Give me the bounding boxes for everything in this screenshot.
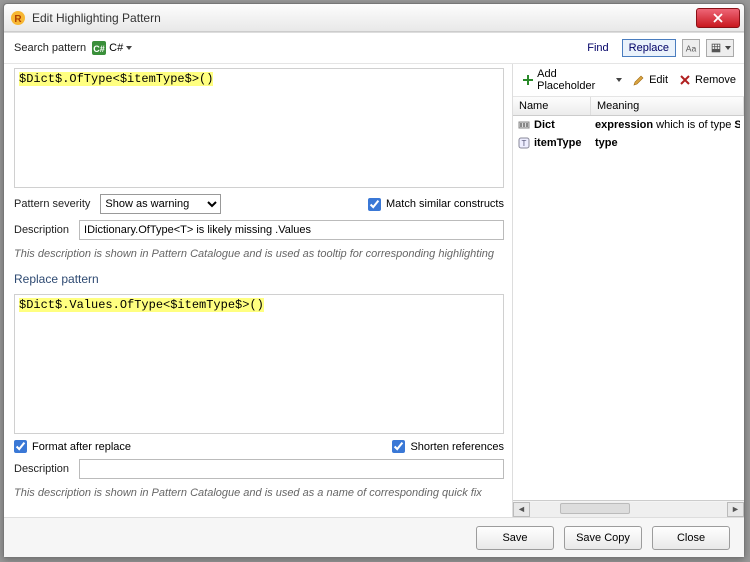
dialog-window: R Edit Highlighting Pattern Search patte… [3,3,745,558]
replace-tab[interactable]: Replace [622,39,676,57]
format-after-checkbox-label[interactable]: Format after replace [14,440,131,453]
shorten-refs-text: Shorten references [410,441,504,453]
chevron-down-icon [616,78,622,82]
placeholder-meaning: type [595,137,740,149]
find-tab[interactable]: Find [580,39,615,57]
horizontal-scrollbar[interactable]: ◄ ► [513,500,744,517]
format-after-text: Format after replace [32,441,131,453]
dialog-body: Search pattern C# C# Find Replace Aa [4,32,744,557]
svg-text:T: T [522,139,527,148]
remove-placeholder-button[interactable]: Remove [678,73,736,87]
col-header-meaning[interactable]: Meaning [591,97,744,115]
severity-select[interactable]: Do not showShow as hintShow as suggestio… [100,194,221,214]
edit-placeholder-button[interactable]: Edit [632,73,668,87]
save-button[interactable]: Save [476,526,554,550]
add-placeholder-button[interactable]: Add Placeholder [521,68,622,92]
placeholder-table-header: Name Meaning [513,97,744,116]
col-header-name[interactable]: Name [513,97,591,115]
array-icon [517,118,531,132]
search-pattern-label: Search pattern [14,42,86,54]
match-similar-checkbox[interactable] [368,198,381,211]
replace-pattern-editor[interactable]: $Dict$.Values.OfType<$itemType$>() [14,294,504,434]
dialog-footer: Save Save Copy Close [4,517,744,557]
close-button[interactable] [696,8,740,28]
severity-row: Pattern severity Do not showShow as hint… [14,194,504,214]
placeholder-name: Dict [534,119,555,131]
chevron-down-icon [725,46,731,50]
language-dropdown[interactable]: C# C# [92,41,132,55]
description1-label: Description [14,224,69,236]
placeholder-meaning: expression which is of type System.Co [595,119,740,131]
shorten-refs-checkbox[interactable] [392,440,405,453]
delete-icon [678,73,692,87]
description2-label: Description [14,463,69,475]
description1-row: Description [14,220,504,240]
svg-text:C#: C# [93,44,105,54]
search-pattern-editor[interactable]: $Dict$.OfType<$itemType$>() [14,68,504,188]
description2-input[interactable] [79,459,504,479]
svg-text:Aa: Aa [686,43,697,53]
plus-icon [521,73,534,87]
replace-pattern-code: $Dict$.Values.OfType<$itemType$>() [19,298,264,312]
severity-label: Pattern severity [14,198,90,210]
right-panel: Add Placeholder Edit Remove Name [512,64,744,517]
scroll-right-arrow[interactable]: ► [727,502,744,517]
main-area: $Dict$.OfType<$itemType$>() Pattern seve… [4,64,744,517]
close-dialog-button[interactable]: Close [652,526,730,550]
add-placeholder-label: Add Placeholder [537,68,613,92]
search-pattern-code: $Dict$.OfType<$itemType$>() [19,72,213,86]
table-row[interactable]: TitemType type [513,134,744,152]
remove-placeholder-label: Remove [695,74,736,86]
placeholder-table: Name Meaning Dict expression which is of … [513,97,744,500]
save-copy-button[interactable]: Save Copy [564,526,642,550]
pencil-icon [632,73,646,87]
table-row[interactable]: Dict expression which is of type System.C… [513,116,744,134]
description2-row: Description [14,459,504,479]
description2-help: This description is shown in Pattern Cat… [14,485,504,503]
replace-section-title: Replace pattern [14,270,504,288]
scroll-track[interactable] [530,502,727,517]
placeholder-name: itemType [534,137,581,149]
shorten-refs-checkbox-label[interactable]: Shorten references [392,440,504,453]
placeholder-toolbar: Add Placeholder Edit Remove [513,64,744,97]
scroll-thumb[interactable] [560,503,630,514]
chevron-down-icon [126,46,132,50]
placeholder-table-body: Dict expression which is of type System.C… [513,116,744,500]
svg-text:R: R [14,14,22,25]
match-similar-text: Match similar constructs [386,198,504,210]
left-panel: $Dict$.OfType<$itemType$>() Pattern seve… [4,64,512,517]
titlebar[interactable]: R Edit Highlighting Pattern [4,4,744,32]
description1-help: This description is shown in Pattern Cat… [14,246,504,264]
format-after-checkbox[interactable] [14,440,27,453]
options-dropdown[interactable] [706,39,734,57]
type-icon: T [517,136,531,150]
match-case-toggle[interactable]: Aa [682,39,700,57]
match-similar-checkbox-label[interactable]: Match similar constructs [368,198,504,211]
window-title: Edit Highlighting Pattern [32,11,696,25]
replace-options-row: Format after replace Shorten references [14,440,504,453]
scroll-left-arrow[interactable]: ◄ [513,502,530,517]
top-toolbar: Search pattern C# C# Find Replace Aa [4,33,744,64]
language-label: C# [109,42,123,54]
edit-placeholder-label: Edit [649,74,668,86]
app-icon: R [10,10,26,26]
description1-input[interactable] [79,220,504,240]
csharp-icon: C# [92,41,106,55]
